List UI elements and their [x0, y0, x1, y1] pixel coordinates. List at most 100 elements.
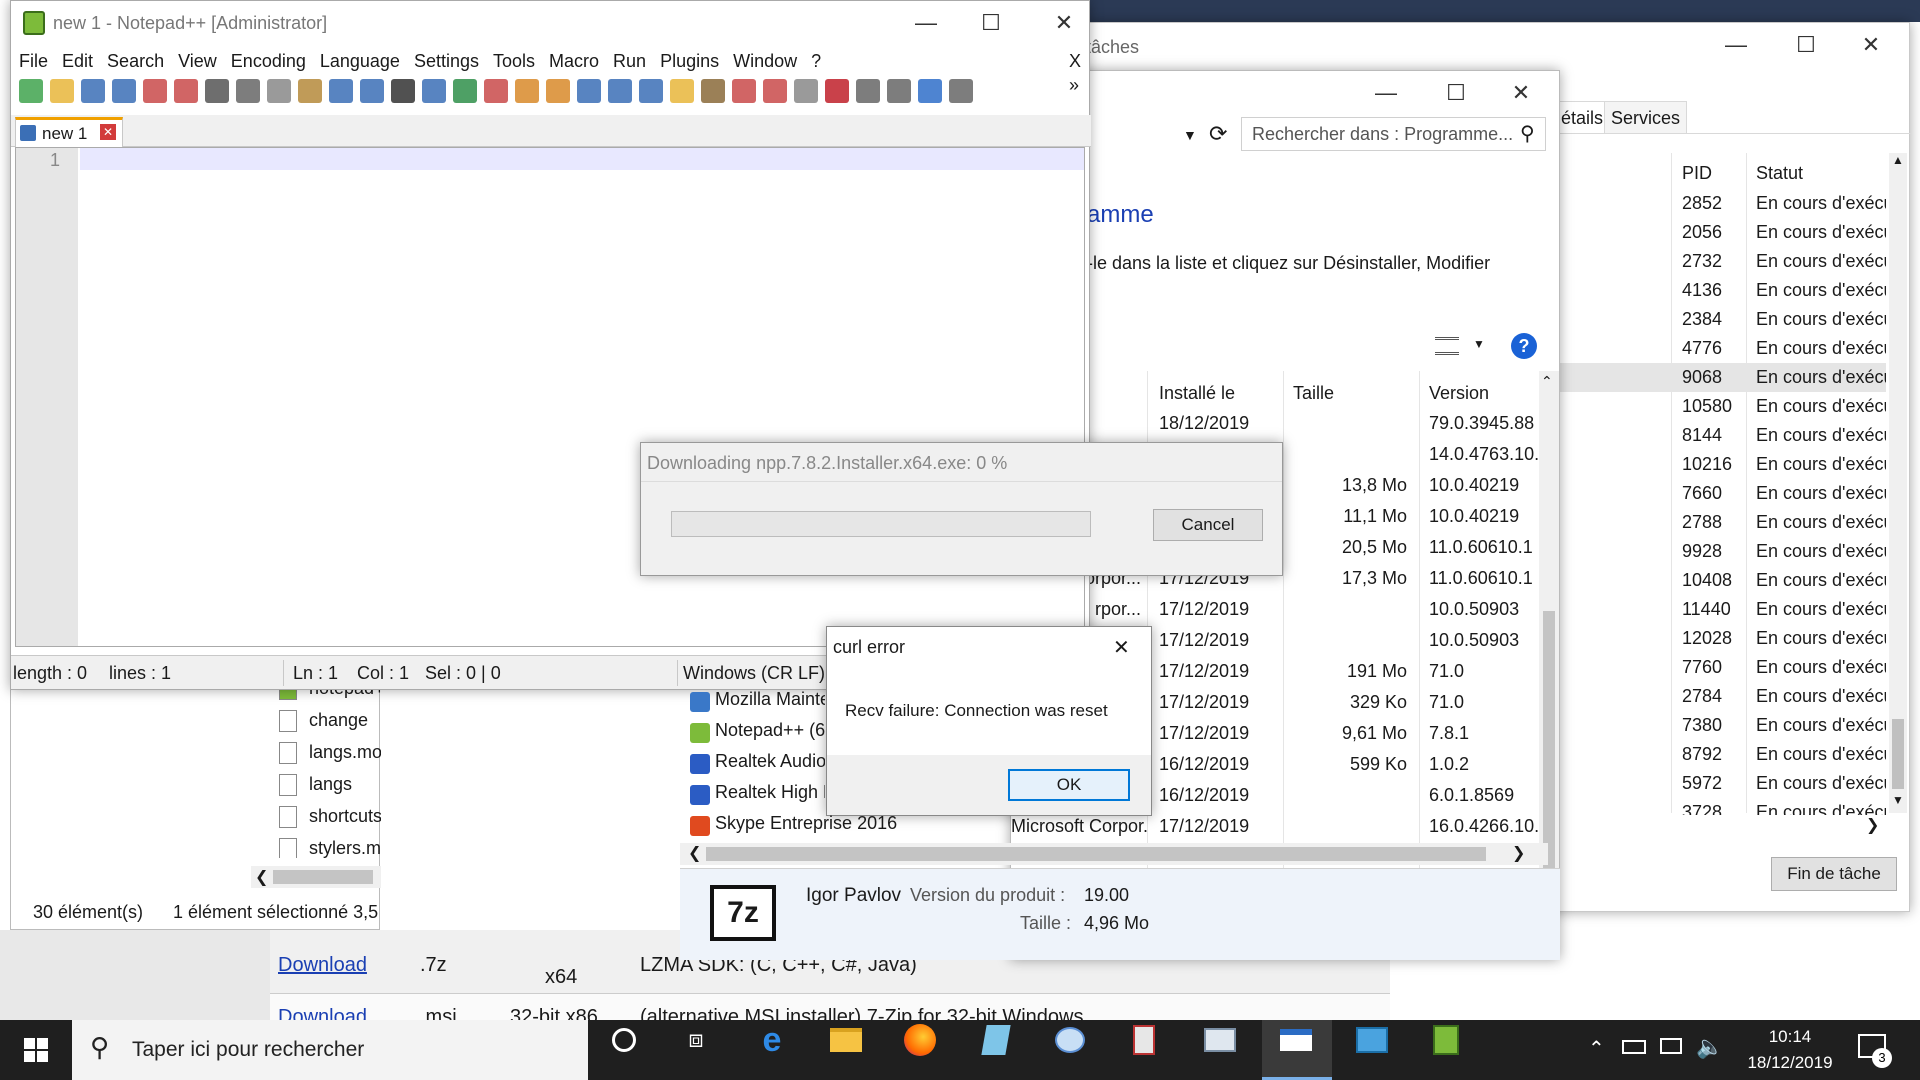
scroll-thumb[interactable] [1543, 611, 1555, 875]
scroll-thumb[interactable] [1892, 719, 1904, 789]
view-options-icon[interactable] [1435, 337, 1459, 355]
file-item[interactable]: stylers.m [11, 834, 381, 858]
column-header-installed[interactable]: Installé le [1159, 383, 1235, 404]
menu-item[interactable]: Encoding [231, 51, 306, 71]
print-icon[interactable] [205, 79, 229, 103]
menu-close-button[interactable]: X [1069, 51, 1081, 72]
file-item[interactable]: shortcuts [11, 802, 381, 831]
indent-guide-icon[interactable] [639, 79, 663, 103]
cancel-button[interactable]: Cancel [1153, 509, 1263, 541]
menu-item[interactable]: Tools [493, 51, 535, 71]
menu-item[interactable]: Macro [549, 51, 599, 71]
copy-icon[interactable] [267, 79, 291, 103]
play-macro-icon[interactable] [887, 79, 911, 103]
close-all-icon[interactable] [174, 79, 198, 103]
menu-item[interactable]: Plugins [660, 51, 719, 71]
table-row[interactable]: rpor... 17/12/2019 10.0.50903 [1011, 595, 1539, 624]
show-all-icon[interactable] [608, 79, 632, 103]
minimize-icon[interactable]: — [891, 1, 961, 45]
sync-v-icon[interactable] [515, 79, 539, 103]
task-manager-icon[interactable] [1200, 1020, 1240, 1060]
maximize-icon[interactable]: ☐ [956, 1, 1026, 45]
horizontal-scrollbar[interactable]: ❮ [251, 866, 381, 888]
column-header-size[interactable]: Taille [1293, 383, 1334, 404]
file-item[interactable]: langs.mo [11, 738, 381, 767]
column-header-status[interactable]: Statut [1756, 163, 1803, 184]
program-name[interactable]: Skype Entreprise 2016 [715, 813, 985, 834]
task-view-icon[interactable]: ⧈ [676, 1020, 716, 1060]
menu-item[interactable]: Edit [62, 51, 93, 71]
open-file-icon[interactable] [50, 79, 74, 103]
file-explorer-icon[interactable] [826, 1020, 866, 1060]
scroll-thumb[interactable] [273, 870, 373, 884]
table-row[interactable]: 18/12/2019 79.0.3945.88 [1011, 409, 1539, 438]
toolbar-overflow-icon[interactable]: » [1069, 75, 1079, 96]
paint-icon[interactable] [1050, 1020, 1090, 1060]
address-dropdown-icon[interactable]: ▼ [1183, 127, 1197, 143]
programs-hscroll[interactable]: ❮ ❯ [680, 843, 1548, 865]
maximize-icon[interactable]: ☐ [1421, 71, 1491, 115]
ok-button[interactable]: OK [1008, 769, 1130, 801]
help-icon[interactable]: ? [1511, 333, 1537, 359]
save-all-icon[interactable] [112, 79, 136, 103]
scroll-left-icon[interactable]: ❮ [255, 867, 268, 887]
folder-workspace-icon[interactable] [763, 79, 787, 103]
program-name[interactable]: Notepad++ (6 [715, 720, 825, 741]
monitor-icon[interactable] [794, 79, 818, 103]
battery-icon[interactable] [1622, 1040, 1646, 1054]
undo-icon[interactable] [329, 79, 353, 103]
scroll-right-icon[interactable]: ❯ [1512, 843, 1525, 863]
function-list-icon[interactable] [732, 79, 756, 103]
column-header-version[interactable]: Version [1429, 383, 1489, 404]
column-header-pid[interactable]: PID [1682, 163, 1712, 184]
menu-item[interactable]: Run [613, 51, 646, 71]
start-button[interactable] [0, 1020, 72, 1080]
new-file-icon[interactable] [19, 79, 43, 103]
menu-item[interactable]: View [178, 51, 217, 71]
sync-h-icon[interactable] [546, 79, 570, 103]
programs-features-icon[interactable] [1276, 1020, 1316, 1060]
network-icon[interactable] [1660, 1038, 1682, 1054]
menu-item[interactable]: File [19, 51, 48, 71]
table-row[interactable]: Microsoft Corpor... 17/12/2019 16.0.4266.1… [1011, 812, 1539, 841]
cortana-icon[interactable] [604, 1020, 644, 1060]
maximize-icon[interactable]: ☐ [1771, 23, 1841, 67]
search-icon[interactable]: ⚲ [1520, 121, 1535, 146]
notepad-icon[interactable] [976, 1020, 1016, 1060]
zoom-in-icon[interactable] [453, 79, 477, 103]
scroll-up-icon[interactable]: ▲ [1889, 153, 1907, 171]
close-icon[interactable] [143, 79, 167, 103]
edge-icon[interactable]: e [752, 1020, 792, 1060]
wrap-icon[interactable] [577, 79, 601, 103]
doc-map-icon[interactable] [701, 79, 725, 103]
installer-icon[interactable] [1124, 1020, 1164, 1060]
refresh-icon[interactable]: ⟳ [1209, 121, 1227, 147]
control-panel-icon[interactable] [1352, 1020, 1392, 1060]
download-link[interactable]: Download [278, 1006, 367, 1020]
taskbar-search-box[interactable]: ⚲ Taper ici pour rechercher [72, 1020, 588, 1080]
close-icon[interactable]: ✕ [1113, 635, 1130, 660]
udl-icon[interactable] [670, 79, 694, 103]
scroll-up-icon[interactable]: ⌃ [1541, 373, 1553, 390]
record-macro-icon[interactable] [825, 79, 849, 103]
paste-icon[interactable] [298, 79, 322, 103]
notepadpp-taskbar-icon[interactable] [1426, 1020, 1466, 1060]
minimize-icon[interactable]: — [1701, 23, 1771, 67]
zoom-out-icon[interactable] [484, 79, 508, 103]
scroll-right-icon[interactable]: ❯ [1866, 815, 1879, 835]
run-macro-icon[interactable] [918, 79, 942, 103]
menu-item[interactable]: Settings [414, 51, 479, 71]
stop-macro-icon[interactable] [856, 79, 880, 103]
file-item[interactable]: change [11, 706, 381, 735]
tray-chevron-icon[interactable]: ⌃ [1588, 1036, 1605, 1061]
menu-item[interactable]: Search [107, 51, 164, 71]
tab-close-icon[interactable]: ✕ [100, 124, 116, 140]
scroll-down-icon[interactable]: ▼ [1889, 793, 1907, 811]
menu-item[interactable]: Language [320, 51, 400, 71]
search-box[interactable]: Rechercher dans : Programme... ⚲ [1241, 117, 1546, 151]
close-icon[interactable]: ✕ [1029, 1, 1099, 45]
save-macro-icon[interactable] [949, 79, 973, 103]
menu-item[interactable]: ? [811, 51, 821, 71]
redo-icon[interactable] [360, 79, 384, 103]
tab-new1[interactable]: new 1 ✕ [15, 117, 123, 147]
